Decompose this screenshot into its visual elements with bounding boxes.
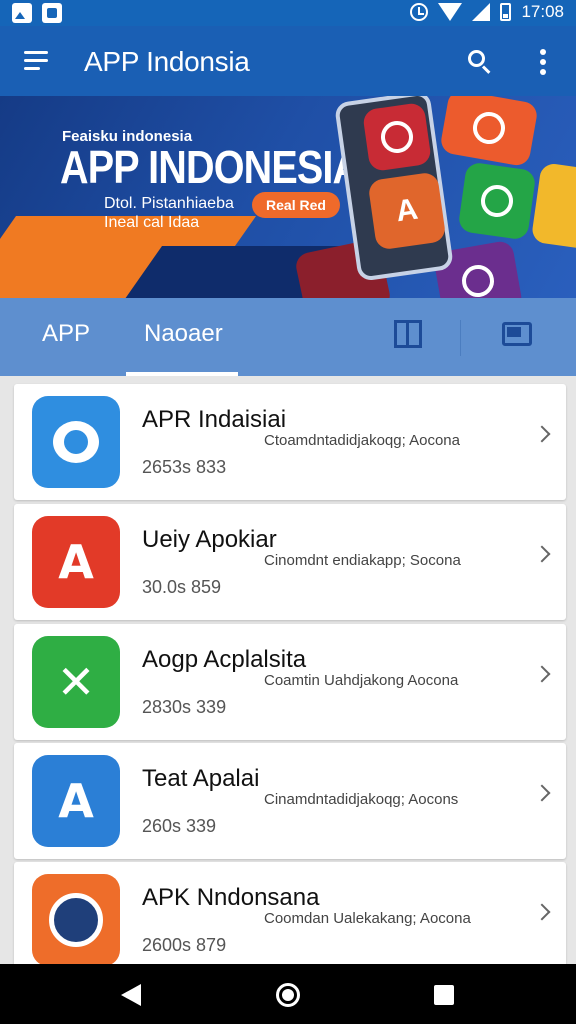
chat-bubble-icon <box>32 396 120 488</box>
app-name: Aogp Acplalsita <box>142 646 307 673</box>
app-title: APP Indonsia <box>84 46 250 77</box>
recents-icon[interactable] <box>434 985 454 1005</box>
list-item[interactable]: A Ueiy Apokiar Cinomdnt endiakapp; Socon… <box>14 504 566 620</box>
app-tile-icon <box>439 96 539 168</box>
battery-icon <box>500 3 512 21</box>
app-description: Coomdan Ualekakang; Aocona <box>264 910 471 927</box>
app-notification-icon <box>42 3 62 23</box>
search-icon[interactable] <box>466 48 492 74</box>
app-meta: 2653s 833 <box>142 457 227 477</box>
list-item[interactable]: A Teat Apalai Cinamdntadidjakoqg; Aocons… <box>14 743 566 859</box>
app-name: APK Nndonsana <box>142 884 320 911</box>
tab-app[interactable]: APP <box>42 320 90 348</box>
app-description: Coamtin Uahdjakong Aocona <box>264 672 459 689</box>
chevron-right-icon[interactable] <box>533 903 551 921</box>
banner-badge[interactable]: Real Red <box>252 192 340 218</box>
chevron-right-icon[interactable] <box>533 665 551 683</box>
status-time: 17:08 <box>521 2 564 21</box>
signal-icon <box>472 3 491 21</box>
window-icon[interactable] <box>502 322 532 346</box>
back-icon[interactable] <box>121 984 141 1006</box>
promo-banner[interactable]: Feaisku indonesia APP INDONESIA Dtol. Pi… <box>0 96 576 298</box>
list-item[interactable]: APK Nndonsana Coomdan Ualekakang; Aocona… <box>14 862 566 964</box>
app-list: APR Indaisiai Ctoamdntadidjakoqg; Aocona… <box>0 376 576 964</box>
letter-a-icon: A <box>367 171 447 251</box>
more-vert-icon[interactable] <box>538 49 548 75</box>
banner-headline: APP INDONESIA <box>60 141 361 193</box>
app-meta: 30.0s 859 <box>142 577 222 597</box>
wifi-icon <box>438 3 463 21</box>
book-map-icon[interactable] <box>394 320 422 348</box>
app-description: Cinamdntadidjakoqg; Aocons <box>264 791 459 808</box>
app-tile-icon <box>361 101 433 173</box>
tab-bar: APP Naoaer <box>0 298 576 376</box>
menu-icon[interactable] <box>24 51 48 71</box>
disc-icon <box>32 874 120 964</box>
letter-a-icon: A <box>32 516 120 608</box>
status-bar: 17:08 <box>0 0 576 26</box>
app-meta: 260s 339 <box>142 816 217 836</box>
app-bar: APP Indonsia <box>0 26 576 96</box>
phone-app-icon <box>457 161 537 241</box>
app-name: Ueiy Apokiar <box>142 526 277 553</box>
alarm-icon <box>410 3 429 21</box>
home-icon[interactable] <box>276 983 300 1007</box>
list-item[interactable]: ✕ Aogp Acplalsita Coamtin Uahdjakong Aoc… <box>14 624 566 740</box>
app-meta: 2600s 879 <box>142 935 227 955</box>
app-tile-icon <box>530 162 576 250</box>
app-name: APR Indaisiai <box>142 406 287 433</box>
app-description: Cinomdnt endiakapp; Socona <box>264 552 461 569</box>
app-description: Ctoamdntadidjakoqg; Aocona <box>264 432 460 449</box>
arrow-compass-icon: ✕ <box>32 636 120 728</box>
chevron-right-icon[interactable] <box>533 784 551 802</box>
banner-subtitle: Dtol. Pistanhiaeba Ineal cal Idaa <box>104 195 234 231</box>
chevron-right-icon[interactable] <box>533 545 551 563</box>
tab-naoaer[interactable]: Naoaer <box>144 320 223 348</box>
navigation-bar <box>0 964 576 1024</box>
chevron-right-icon[interactable] <box>533 425 551 443</box>
app-store-icon: A <box>32 755 120 847</box>
app-name: Teat Apalai <box>142 765 260 792</box>
list-item[interactable]: APR Indaisiai Ctoamdntadidjakoqg; Aocona… <box>14 384 566 500</box>
app-meta: 2830s 339 <box>142 697 227 717</box>
image-icon <box>12 3 32 23</box>
